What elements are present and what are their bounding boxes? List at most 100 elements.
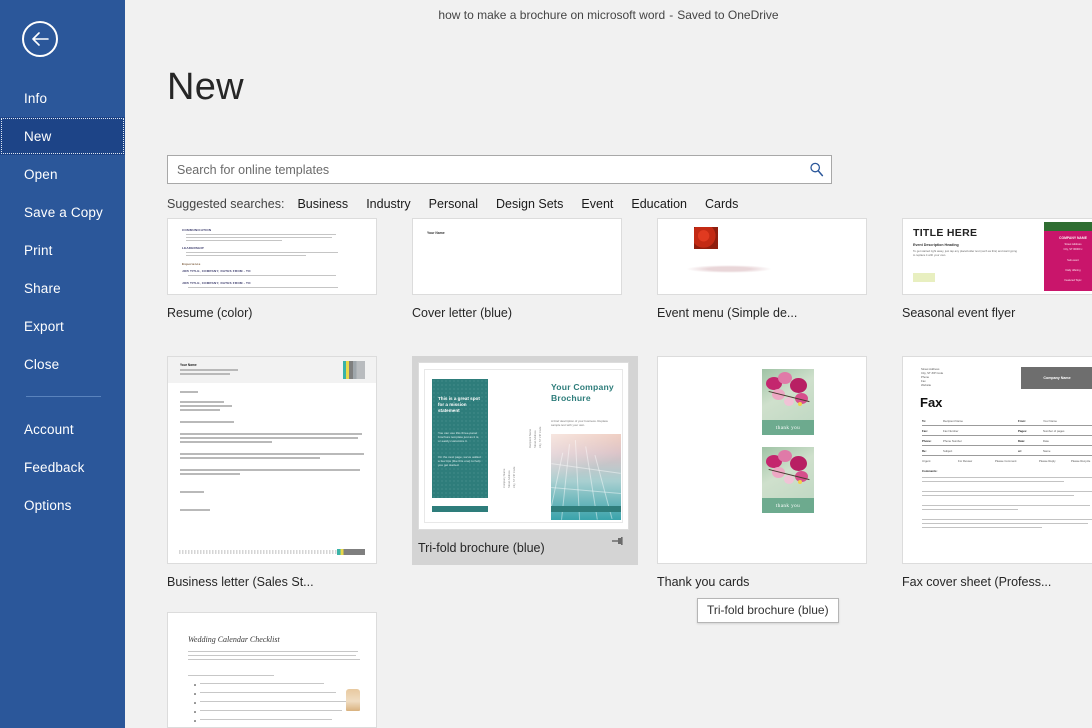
template-thumbnail: COMMUNICATION LEADERSHIP Experience JOB … xyxy=(167,218,377,295)
arrow-left-icon xyxy=(31,32,49,46)
fax-field-label: Fax: xyxy=(922,429,928,433)
template-thumbnail: Street Address City, ST ZIP Code Phone F… xyxy=(902,356,1092,564)
brochure-subtitle: A brief description of your business. Re… xyxy=(551,419,617,427)
tooltip-text: Tri-fold brochure (blue) xyxy=(707,603,829,617)
fax-field-label: To: xyxy=(922,419,926,423)
fax-checkbox-3: Please Comment xyxy=(995,459,1016,463)
sidebar-item-info[interactable]: Info xyxy=(0,79,125,117)
brochure-contact-block-2: Street Address xyxy=(508,470,512,488)
brochure-contact-block-3: City, ST ZIP Code xyxy=(513,467,517,488)
template-row-2: Your Name xyxy=(167,356,1092,589)
sidebar-item-share[interactable]: Share xyxy=(0,269,125,307)
sidebar-item-account[interactable]: Account xyxy=(0,410,125,448)
template-label: Fax cover sheet (Profess... xyxy=(902,575,1092,589)
flyer-side-line-1: Street Address xyxy=(1044,243,1092,246)
flyer-body: To get started right away, just tap any … xyxy=(913,250,1017,258)
template-card-trifold-brochure[interactable]: This is a great spot for a mission state… xyxy=(412,356,638,565)
brochure-title: Your Company Brochure xyxy=(551,382,621,403)
letter-footer-stripes xyxy=(337,549,365,555)
sidebar-item-label: Open xyxy=(24,167,58,182)
wedding-checklist-preview: Wedding Calendar Checklist xyxy=(168,613,376,727)
sidebar-item-label: New xyxy=(24,129,51,144)
event-menu-preview xyxy=(658,219,866,294)
suggested-searches: Suggested searches: Business Industry Pe… xyxy=(167,197,756,211)
sidebar-item-save-a-copy[interactable]: Save a Copy xyxy=(0,193,125,231)
sidebar-item-label: Options xyxy=(24,498,72,513)
sidebar-item-export[interactable]: Export xyxy=(0,307,125,345)
thank-you-preview: thank you xyxy=(658,357,866,563)
back-button[interactable] xyxy=(22,21,58,57)
template-thumbnail xyxy=(657,218,867,295)
suggest-link-business[interactable]: Business xyxy=(297,197,348,211)
fax-company-name: Company Name xyxy=(1021,376,1092,380)
grid-spacer xyxy=(883,356,902,589)
suggest-link-industry[interactable]: Industry xyxy=(366,197,410,211)
grid-spacer xyxy=(883,218,902,320)
flyer-side-panel: COMPANY NAME Street Address City, ST 000… xyxy=(1044,231,1092,291)
sidebar-item-close[interactable]: Close xyxy=(0,345,125,383)
event-menu-decoration xyxy=(686,265,772,273)
template-label: Resume (color) xyxy=(167,306,393,320)
template-card-thank-you[interactable]: thank you xyxy=(657,356,883,589)
suggest-link-design-sets[interactable]: Design Sets xyxy=(496,197,563,211)
sidebar-item-feedback[interactable]: Feedback xyxy=(0,448,125,486)
template-card-seasonal-flyer[interactable]: TITLE HERE Event Description Heading To … xyxy=(902,218,1092,320)
flyer-side-title: COMPANY NAME xyxy=(1044,236,1092,240)
sidebar-item-options[interactable]: Options xyxy=(0,486,125,524)
template-card-event-menu[interactable]: Event menu (Simple de... xyxy=(657,218,883,320)
brochure-recipient-3: City, ST ZIP Code xyxy=(539,427,543,448)
template-card-fax-cover[interactable]: Street Address City, ST ZIP Code Phone F… xyxy=(902,356,1092,589)
template-label: Thank you cards xyxy=(657,575,883,589)
suggest-link-cards[interactable]: Cards xyxy=(705,197,738,211)
page-title: New xyxy=(167,66,244,109)
event-menu-image xyxy=(694,227,718,249)
grid-spacer xyxy=(638,218,657,320)
fax-field-value: Your Name xyxy=(1043,419,1057,423)
selected-card-shell: This is a great spot for a mission state… xyxy=(412,356,638,530)
flyer-side-line-3: Sub event xyxy=(1044,259,1092,262)
template-gallery: COMMUNICATION LEADERSHIP Experience JOB … xyxy=(167,218,1092,728)
fax-address-5: Website xyxy=(921,383,931,387)
fax-field-value: Phone Number xyxy=(943,439,962,443)
search-icon xyxy=(809,162,824,177)
fax-field-label: Phone: xyxy=(922,439,931,443)
template-row-1: COMMUNICATION LEADERSHIP Experience JOB … xyxy=(167,218,1092,320)
fax-field-value: Name xyxy=(1043,449,1050,453)
brochure-recipient-2: Street Address xyxy=(534,430,538,448)
fax-comments-label: Comments: xyxy=(922,469,937,473)
resume-preview: COMMUNICATION LEADERSHIP Experience JOB … xyxy=(168,219,376,294)
template-card-business-letter[interactable]: Your Name xyxy=(167,356,393,589)
template-thumbnail: thank you xyxy=(657,356,867,564)
cover-letter-name: Your Name xyxy=(427,231,445,235)
template-card-resume-color[interactable]: COMMUNICATION LEADERSHIP Experience JOB … xyxy=(167,218,393,320)
title-bar: how to make a brochure on microsoft word… xyxy=(125,0,1092,30)
sidebar-item-print[interactable]: Print xyxy=(0,231,125,269)
template-card-wedding-checklist[interactable]: Wedding Calendar Checklist xyxy=(167,612,393,728)
business-letter-preview: Your Name xyxy=(168,357,376,563)
wedding-title: Wedding Calendar Checklist xyxy=(188,635,280,644)
template-label: Tri-fold brochure (blue) xyxy=(412,541,638,555)
brochure-mission-body-1: You can use this three-panel brochure te… xyxy=(438,431,482,444)
brochure-page: This is a great spot for a mission state… xyxy=(424,369,623,523)
template-card-cover-letter[interactable]: Your Name Cover letter (blue) xyxy=(412,218,638,320)
brochure-contact-block-1: Company Name xyxy=(503,469,507,488)
sidebar-item-label: Feedback xyxy=(24,460,85,475)
pin-icon[interactable] xyxy=(610,534,624,553)
sidebar-item-open[interactable]: Open xyxy=(0,155,125,193)
fax-field-value: Number of pages xyxy=(1043,429,1064,433)
suggest-link-event[interactable]: Event xyxy=(581,197,613,211)
search-input[interactable] xyxy=(168,156,801,183)
template-thumbnail: Your Name xyxy=(412,218,622,295)
search-row xyxy=(167,155,832,184)
thank-you-text: thank you xyxy=(762,425,814,431)
search-button[interactable] xyxy=(801,156,831,183)
suggest-link-personal[interactable]: Personal xyxy=(429,197,478,211)
suggest-link-education[interactable]: Education xyxy=(631,197,687,211)
search-box[interactable] xyxy=(167,155,832,184)
sidebar-item-label: Print xyxy=(24,243,53,258)
fax-field-label: cc: xyxy=(1018,449,1022,453)
sidebar-item-new[interactable]: New xyxy=(0,117,125,155)
fax-checkbox-5: Please Recycle xyxy=(1071,459,1090,463)
grid-spacer xyxy=(638,356,657,589)
brochure-mission-body-2: On the next page, we've added a few tips… xyxy=(438,455,482,468)
